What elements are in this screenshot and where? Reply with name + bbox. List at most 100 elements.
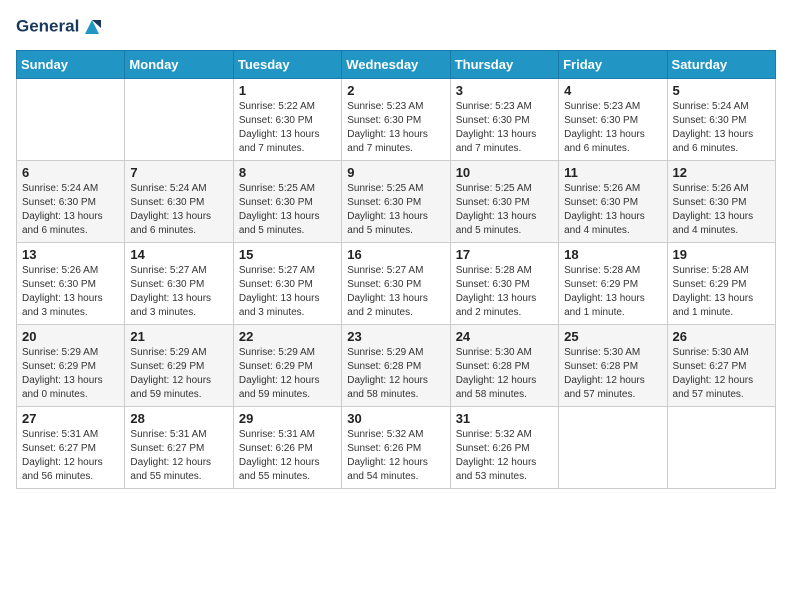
day-detail: Sunrise: 5:32 AM Sunset: 6:26 PM Dayligh… [347,428,444,484]
column-header-tuesday: Tuesday [233,51,341,79]
calendar-cell: 25Sunrise: 5:30 AM Sunset: 6:28 PM Dayli… [559,325,667,407]
day-detail: Sunrise: 5:23 AM Sunset: 6:30 PM Dayligh… [564,100,661,156]
day-detail: Sunrise: 5:28 AM Sunset: 6:30 PM Dayligh… [456,264,553,320]
day-number: 31 [456,411,553,426]
column-header-sunday: Sunday [17,51,125,79]
day-detail: Sunrise: 5:30 AM Sunset: 6:28 PM Dayligh… [564,346,661,402]
calendar-cell: 6 Sunrise: 5:24 AM Sunset: 6:30 PM Daylig… [17,161,125,243]
day-number: 24 [456,329,553,344]
calendar-cell: 13 Sunrise: 5:26 AM Sunset: 6:30 PM Dayli… [17,243,125,325]
day-number: 23 [347,329,444,344]
day-number: 18 [564,247,661,262]
calendar-cell: 16Sunrise: 5:27 AM Sunset: 6:30 PM Dayli… [342,243,450,325]
calendar-cell: 9 Sunrise: 5:25 AM Sunset: 6:30 PM Daylig… [342,161,450,243]
calendar-cell: 5Sunrise: 5:24 AM Sunset: 6:30 PM Daylig… [667,79,775,161]
day-number: 27 [22,411,119,426]
calendar-week-row: 27 Sunrise: 5:31 AM Sunset: 6:27 PM Dayli… [17,407,776,489]
day-detail: Sunrise: 5:30 AM Sunset: 6:27 PM Dayligh… [673,346,770,402]
calendar-cell: 3Sunrise: 5:23 AM Sunset: 6:30 PM Daylig… [450,79,558,161]
calendar-cell: 12 Sunrise: 5:26 AM Sunset: 6:30 PM Dayli… [667,161,775,243]
calendar-cell: 18 Sunrise: 5:28 AM Sunset: 6:29 PM Dayli… [559,243,667,325]
calendar-cell: 30 Sunrise: 5:32 AM Sunset: 6:26 PM Dayli… [342,407,450,489]
day-number: 6 [22,165,119,180]
day-detail: Sunrise: 5:23 AM Sunset: 6:30 PM Dayligh… [347,100,444,156]
day-number: 9 [347,165,444,180]
calendar-cell [559,407,667,489]
calendar-table: SundayMondayTuesdayWednesdayThursdayFrid… [16,50,776,489]
day-number: 29 [239,411,336,426]
day-detail: Sunrise: 5:29 AM Sunset: 6:29 PM Dayligh… [22,346,119,402]
day-detail: Sunrise: 5:26 AM Sunset: 6:30 PM Dayligh… [564,182,661,238]
calendar-cell: 2 Sunrise: 5:23 AM Sunset: 6:30 PM Daylig… [342,79,450,161]
day-detail: Sunrise: 5:32 AM Sunset: 6:26 PM Dayligh… [456,428,553,484]
calendar-cell: 28 Sunrise: 5:31 AM Sunset: 6:27 PM Dayli… [125,407,233,489]
column-header-thursday: Thursday [450,51,558,79]
column-header-saturday: Saturday [667,51,775,79]
day-number: 7 [130,165,227,180]
calendar-cell: 31 Sunrise: 5:32 AM Sunset: 6:26 PM Dayli… [450,407,558,489]
calendar-cell: 26 Sunrise: 5:30 AM Sunset: 6:27 PM Dayli… [667,325,775,407]
day-detail: Sunrise: 5:29 AM Sunset: 6:29 PM Dayligh… [239,346,336,402]
day-detail: Sunrise: 5:26 AM Sunset: 6:30 PM Dayligh… [22,264,119,320]
calendar-cell: 24 Sunrise: 5:30 AM Sunset: 6:28 PM Dayli… [450,325,558,407]
calendar-cell: 11 Sunrise: 5:26 AM Sunset: 6:30 PM Dayli… [559,161,667,243]
column-header-wednesday: Wednesday [342,51,450,79]
day-detail: Sunrise: 5:27 AM Sunset: 6:30 PM Dayligh… [239,264,336,320]
day-number: 22 [239,329,336,344]
day-number: 26 [673,329,770,344]
calendar-cell: 1Sunrise: 5:22 AM Sunset: 6:30 PM Daylig… [233,79,341,161]
day-detail: Sunrise: 5:31 AM Sunset: 6:26 PM Dayligh… [239,428,336,484]
calendar-cell: 14Sunrise: 5:27 AM Sunset: 6:30 PM Dayli… [125,243,233,325]
calendar-cell: 8Sunrise: 5:25 AM Sunset: 6:30 PM Daylig… [233,161,341,243]
day-number: 20 [22,329,119,344]
day-number: 17 [456,247,553,262]
day-detail: Sunrise: 5:30 AM Sunset: 6:28 PM Dayligh… [456,346,553,402]
calendar-cell: 17 Sunrise: 5:28 AM Sunset: 6:30 PM Dayli… [450,243,558,325]
day-detail: Sunrise: 5:26 AM Sunset: 6:30 PM Dayligh… [673,182,770,238]
day-detail: Sunrise: 5:23 AM Sunset: 6:30 PM Dayligh… [456,100,553,156]
day-number: 21 [130,329,227,344]
day-detail: Sunrise: 5:25 AM Sunset: 6:30 PM Dayligh… [456,182,553,238]
day-detail: Sunrise: 5:24 AM Sunset: 6:30 PM Dayligh… [22,182,119,238]
day-number: 2 [347,83,444,98]
calendar-week-row: 13 Sunrise: 5:26 AM Sunset: 6:30 PM Dayli… [17,243,776,325]
day-detail: Sunrise: 5:28 AM Sunset: 6:29 PM Dayligh… [673,264,770,320]
calendar-header-row: SundayMondayTuesdayWednesdayThursdayFrid… [17,51,776,79]
logo-text: General [16,16,103,38]
calendar-cell: 21 Sunrise: 5:29 AM Sunset: 6:29 PM Dayli… [125,325,233,407]
day-number: 28 [130,411,227,426]
logo-icon [81,16,103,38]
calendar-cell: 19 Sunrise: 5:28 AM Sunset: 6:29 PM Dayli… [667,243,775,325]
calendar-cell [125,79,233,161]
day-number: 12 [673,165,770,180]
day-detail: Sunrise: 5:25 AM Sunset: 6:30 PM Dayligh… [239,182,336,238]
day-detail: Sunrise: 5:31 AM Sunset: 6:27 PM Dayligh… [130,428,227,484]
column-header-friday: Friday [559,51,667,79]
day-number: 15 [239,247,336,262]
calendar-cell: 7 Sunrise: 5:24 AM Sunset: 6:30 PM Daylig… [125,161,233,243]
calendar-cell [667,407,775,489]
day-number: 5 [673,83,770,98]
day-number: 30 [347,411,444,426]
day-detail: Sunrise: 5:25 AM Sunset: 6:30 PM Dayligh… [347,182,444,238]
day-number: 16 [347,247,444,262]
day-number: 13 [22,247,119,262]
day-detail: Sunrise: 5:29 AM Sunset: 6:29 PM Dayligh… [130,346,227,402]
day-detail: Sunrise: 5:31 AM Sunset: 6:27 PM Dayligh… [22,428,119,484]
day-detail: Sunrise: 5:22 AM Sunset: 6:30 PM Dayligh… [239,100,336,156]
calendar-cell: 29 Sunrise: 5:31 AM Sunset: 6:26 PM Dayli… [233,407,341,489]
calendar-cell [17,79,125,161]
calendar-week-row: 6 Sunrise: 5:24 AM Sunset: 6:30 PM Daylig… [17,161,776,243]
calendar-cell: 20 Sunrise: 5:29 AM Sunset: 6:29 PM Dayli… [17,325,125,407]
calendar-cell: 23 Sunrise: 5:29 AM Sunset: 6:28 PM Dayli… [342,325,450,407]
day-number: 11 [564,165,661,180]
day-detail: Sunrise: 5:28 AM Sunset: 6:29 PM Dayligh… [564,264,661,320]
day-number: 10 [456,165,553,180]
day-number: 19 [673,247,770,262]
day-detail: Sunrise: 5:29 AM Sunset: 6:28 PM Dayligh… [347,346,444,402]
logo: General [16,16,103,38]
calendar-week-row: 1Sunrise: 5:22 AM Sunset: 6:30 PM Daylig… [17,79,776,161]
day-detail: Sunrise: 5:24 AM Sunset: 6:30 PM Dayligh… [130,182,227,238]
calendar-cell: 15 Sunrise: 5:27 AM Sunset: 6:30 PM Dayli… [233,243,341,325]
calendar-cell: 10 Sunrise: 5:25 AM Sunset: 6:30 PM Dayli… [450,161,558,243]
